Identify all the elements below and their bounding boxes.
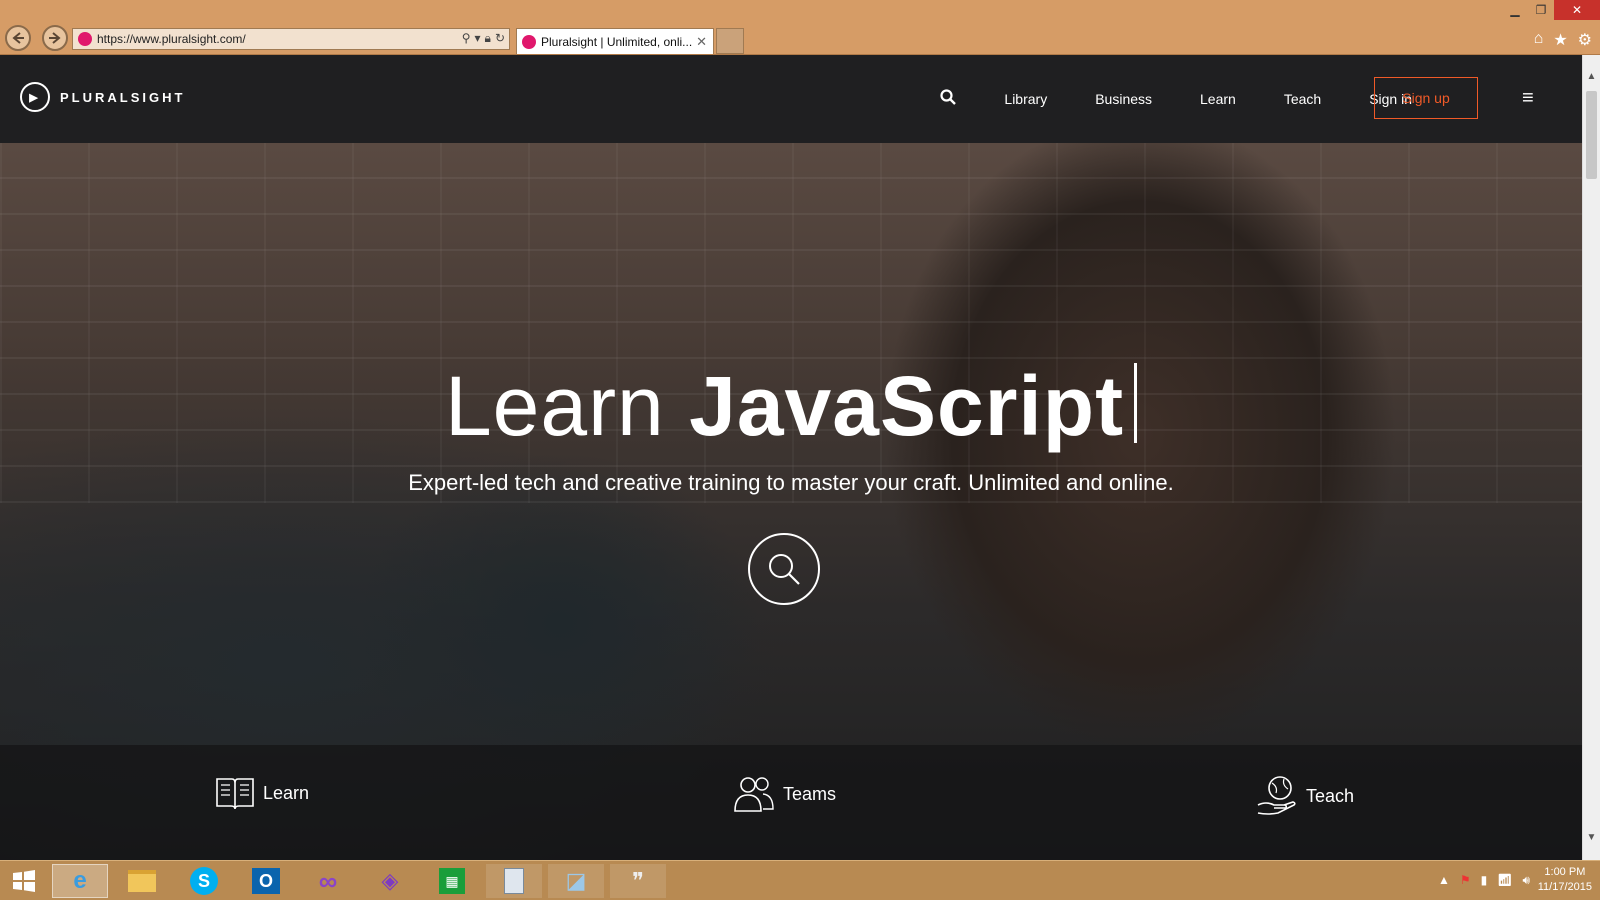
site-header: ▶ PLURALSIGHT Library Business Learn Tea…: [0, 55, 1582, 143]
restore-button[interactable]: ❐: [1528, 0, 1554, 20]
feature-teach-label: Teach: [1306, 785, 1355, 806]
feature-teach[interactable]: Teach: [1256, 775, 1354, 817]
hero-search-button[interactable]: [748, 533, 820, 605]
hero-subheading: Expert-led tech and creative training to…: [408, 470, 1174, 495]
nav-library[interactable]: Library: [1004, 91, 1047, 107]
onenote-icon[interactable]: ◈: [362, 864, 418, 898]
tab-favicon-icon: [522, 35, 536, 49]
hand-globe-icon: [1257, 776, 1296, 815]
tab-close-icon[interactable]: ✕: [696, 34, 707, 50]
address-tools: ⚲ ▾ 🔒︎ ↻: [462, 31, 505, 46]
action-center-flag-icon[interactable]: ⚑: [1460, 873, 1471, 888]
visual-studio-icon[interactable]: ∞: [300, 864, 356, 898]
people-icon: [734, 777, 774, 812]
feature-learn[interactable]: Learn: [215, 775, 309, 811]
windows-taskbar: e S O ∞ ◈ ▦ ◪ ❞ ▲ ⚑ ▮ 📶︎ 🔊︎ 1:00 PM 11/1…: [0, 860, 1600, 900]
search-icon[interactable]: [940, 88, 957, 110]
back-button[interactable]: [5, 25, 31, 51]
hero-section: Learn JavaScript Expert-led tech and cre…: [0, 143, 1582, 860]
close-window-button[interactable]: ✕: [1554, 0, 1600, 20]
paint-app-icon[interactable]: ◪: [548, 864, 604, 898]
address-bar[interactable]: https://www.pluralsight.com/ ⚲ ▾ 🔒︎ ↻: [72, 28, 510, 50]
page-viewport: ▶ PLURALSIGHT Library Business Learn Tea…: [0, 55, 1582, 860]
site-logo[interactable]: ▶ PLURALSIGHT: [20, 82, 185, 112]
browser-tab[interactable]: Pluralsight | Unlimited, onli... ✕: [516, 28, 714, 54]
main-nav: Library Business Learn Teach Sign in: [940, 55, 1412, 143]
windows-start-icon[interactable]: [0, 864, 48, 898]
taskbar-clock[interactable]: 1:00 PM 11/17/2015: [1538, 865, 1592, 895]
nav-teach[interactable]: Teach: [1284, 91, 1321, 107]
typing-cursor: [1134, 363, 1138, 443]
window-controls: ▁ ❐ ✕: [1502, 0, 1600, 20]
clock-date: 11/17/2015: [1537, 881, 1592, 893]
chat-feedback-icon[interactable]: ❞: [610, 864, 666, 898]
system-tray: ▲ ⚑ ▮ 📶︎ 🔊︎: [1438, 873, 1530, 888]
hero-headline: Learn JavaScript: [0, 358, 1582, 455]
site-favicon-icon: [78, 32, 92, 46]
sign-up-button[interactable]: Sign up: [1374, 77, 1478, 119]
outlook-icon[interactable]: O: [238, 864, 294, 898]
arrow-right-icon: [49, 32, 61, 44]
play-logo-icon: ▶: [20, 82, 50, 112]
search-icon[interactable]: ⚲: [462, 31, 471, 46]
clock-time: 1:00 PM: [1544, 866, 1586, 878]
feature-learn-label: Learn: [263, 782, 310, 803]
skype-icon[interactable]: S: [176, 864, 232, 898]
home-icon[interactable]: ⌂: [1534, 30, 1544, 50]
feature-teams-label: Teams: [783, 783, 837, 804]
lock-icon[interactable]: 🔒︎: [485, 31, 491, 46]
favorites-star-icon[interactable]: ★: [1553, 30, 1567, 50]
address-url: https://www.pluralsight.com/: [97, 32, 246, 46]
file-explorer-icon[interactable]: [114, 864, 170, 898]
new-tab-button[interactable]: [716, 28, 744, 54]
open-book-icon: [216, 778, 254, 810]
browser-toolbar: ⌂ ★ ⚙: [1534, 30, 1592, 50]
nav-learn[interactable]: Learn: [1200, 91, 1236, 107]
volume-icon[interactable]: 🔊︎: [1522, 873, 1530, 888]
headline-topic: JavaScript: [689, 359, 1125, 453]
refresh-icon[interactable]: ↻: [495, 31, 505, 46]
settings-gear-icon[interactable]: ⚙: [1578, 30, 1592, 50]
scroll-up-arrow-icon[interactable]: ▲: [1583, 67, 1600, 85]
network-signal-icon[interactable]: 📶︎: [1497, 873, 1512, 888]
scrollbar-thumb[interactable]: [1586, 91, 1597, 179]
scroll-down-arrow-icon[interactable]: ▼: [1583, 828, 1600, 846]
internet-explorer-icon[interactable]: e: [52, 864, 108, 898]
forward-button[interactable]: [42, 25, 68, 51]
tray-expand-icon[interactable]: ▲: [1438, 873, 1450, 888]
search-icon: [769, 554, 800, 585]
nav-business[interactable]: Business: [1095, 91, 1152, 107]
calculator-icon[interactable]: [486, 864, 542, 898]
tab-title: Pluralsight | Unlimited, onli...: [541, 34, 693, 49]
dropdown-icon[interactable]: ▾: [475, 31, 481, 46]
page-scrollbar[interactable]: ▲ ▼: [1582, 55, 1600, 860]
browser-chrome: https://www.pluralsight.com/ ⚲ ▾ 🔒︎ ↻ Pl…: [0, 0, 1600, 55]
minimize-button[interactable]: ▁: [1502, 0, 1528, 20]
battery-icon[interactable]: ▮: [1481, 873, 1488, 888]
store-icon[interactable]: ▦: [424, 864, 480, 898]
feature-bar: Learn Teams Teach: [0, 745, 1582, 860]
feature-teams[interactable]: Teams: [733, 775, 836, 813]
logo-text: PLURALSIGHT: [60, 89, 186, 105]
hamburger-menu-icon[interactable]: ≡: [1522, 87, 1534, 110]
arrow-left-icon: [12, 32, 24, 44]
headline-prefix: Learn: [444, 359, 665, 453]
